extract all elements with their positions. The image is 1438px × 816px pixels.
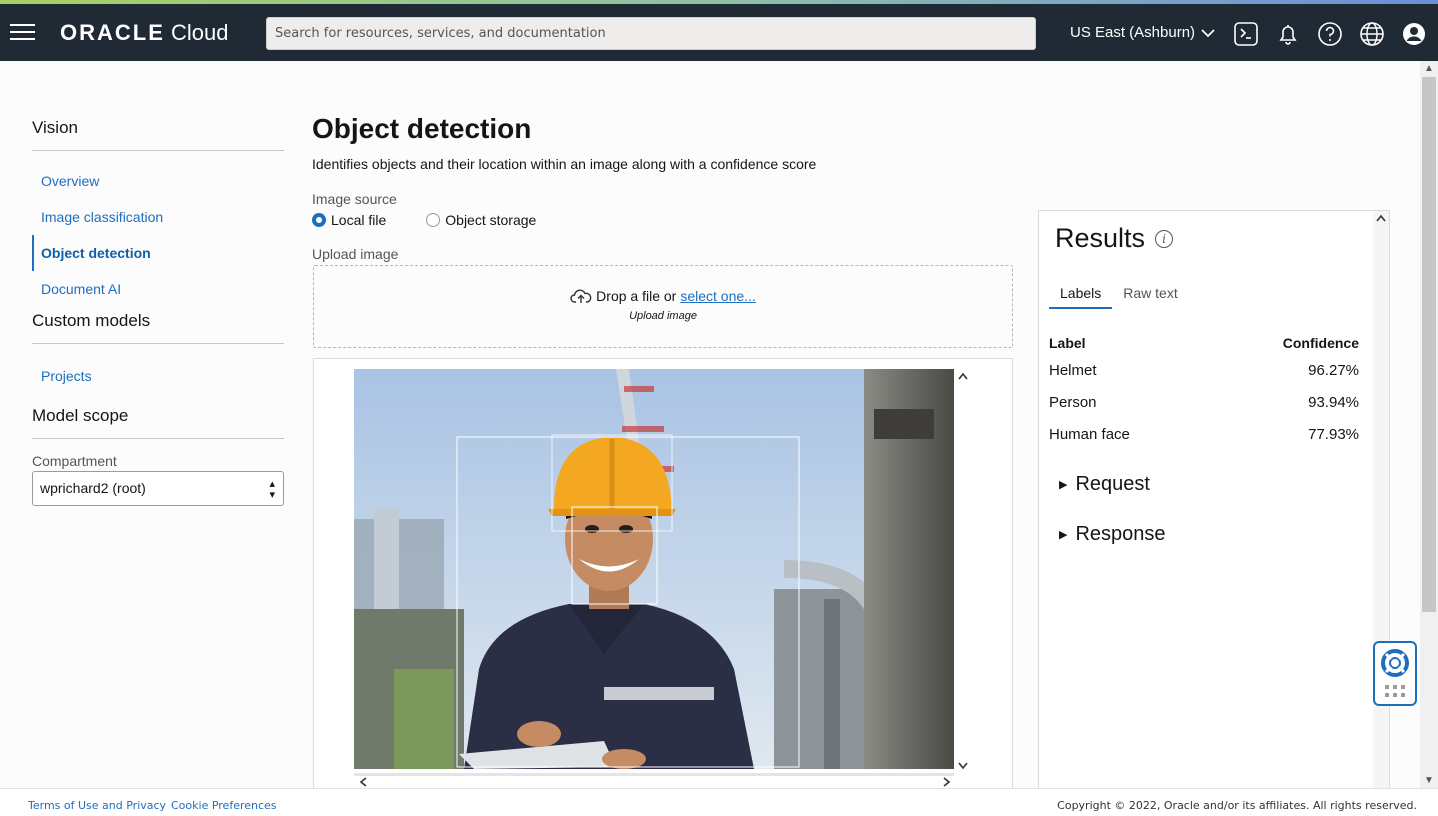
- column-label: Label: [1049, 335, 1086, 351]
- worker-photo: [354, 369, 954, 769]
- cookie-preferences-link[interactable]: Cookie Preferences: [171, 799, 277, 812]
- page-footer: Terms of Use and Privacy Cookie Preferen…: [0, 788, 1438, 816]
- compartment-select[interactable]: wprichard2 (root) ▴ ▾: [32, 471, 284, 506]
- sidebar-item-object-detection[interactable]: Object detection: [32, 235, 284, 271]
- radio-storage-label: Object storage: [445, 212, 537, 228]
- results-scrollbar[interactable]: [1373, 211, 1389, 799]
- chevron-down-icon: [1201, 28, 1215, 37]
- row-label: Helmet: [1049, 362, 1097, 379]
- results-title: Results i: [1055, 223, 1174, 254]
- upload-image-label: Upload image: [312, 246, 399, 262]
- sidebar-item-document-ai[interactable]: Document AI: [32, 271, 284, 307]
- row-label: Person: [1049, 394, 1097, 411]
- results-panel: Results i Labels Raw text Label Confiden…: [1038, 210, 1390, 800]
- chevron-right-icon[interactable]: [943, 777, 951, 787]
- region-selector[interactable]: US East (Ashburn): [1070, 24, 1215, 41]
- radio-unselected-icon: [426, 213, 441, 227]
- response-label: Response: [1075, 523, 1166, 545]
- cloud-upload-icon: [570, 289, 592, 303]
- oracle-cloud-logo[interactable]: ORACLE Cloud: [60, 20, 228, 46]
- chevron-left-icon[interactable]: [359, 777, 367, 787]
- results-tabs: Labels Raw text: [1049, 285, 1189, 309]
- row-confidence: 93.94%: [1308, 394, 1359, 411]
- scroll-down-icon[interactable]: ▼: [1424, 775, 1434, 786]
- caret-right-icon: ▶: [1059, 529, 1068, 541]
- region-label: US East (Ashburn): [1070, 24, 1196, 41]
- radio-local-label: Local file: [331, 212, 387, 228]
- scrollbar-track: [354, 773, 954, 776]
- bell-icon[interactable]: [1275, 21, 1301, 47]
- page-description: Identifies objects and their location wi…: [312, 156, 817, 172]
- menu-icon[interactable]: [10, 24, 35, 41]
- radio-object-storage[interactable]: Object storage: [426, 212, 536, 228]
- sidebar-item-projects[interactable]: Projects: [32, 358, 284, 394]
- page-title: Object detection: [312, 113, 532, 144]
- uploaded-image-preview: [354, 369, 954, 769]
- help-icon[interactable]: [1317, 21, 1343, 47]
- results-table: Label Confidence Helmet 96.27% Person 93…: [1049, 335, 1359, 451]
- response-expander[interactable]: ▶ Response: [1059, 523, 1166, 546]
- image-horizontal-scrollbar[interactable]: [354, 773, 954, 789]
- caret-right-icon: ▶: [1059, 479, 1068, 491]
- drop-subtext: Upload image: [629, 310, 697, 322]
- scroll-up-icon[interactable]: ▲: [1424, 63, 1434, 74]
- row-label: Human face: [1049, 426, 1130, 443]
- sidebar: Vision Overview Image classification Obj…: [32, 118, 284, 506]
- chevron-up-icon[interactable]: [1376, 214, 1386, 222]
- compartment-value: wprichard2 (root): [40, 480, 146, 496]
- top-navigation-bar: ORACLE Cloud US East (Ashburn): [0, 4, 1438, 61]
- chevron-up-icon[interactable]: [958, 372, 968, 380]
- compartment-label: Compartment: [32, 453, 117, 469]
- request-expander[interactable]: ▶ Request: [1059, 473, 1150, 496]
- radio-local-file[interactable]: Local file: [312, 212, 386, 228]
- sidebar-title-custom-models: Custom models: [32, 311, 284, 344]
- copyright-text: Copyright © 2022, Oracle and/or its affi…: [1057, 799, 1417, 812]
- main-content: Object detection Identifies objects and …: [312, 113, 816, 262]
- image-source-radio-group: Local file Object storage: [312, 212, 816, 228]
- sidebar-item-image-classification[interactable]: Image classification: [32, 199, 284, 235]
- drag-handle-icon[interactable]: [1384, 684, 1406, 698]
- chevron-up-down-icon: ▴ ▾: [269, 478, 275, 501]
- radio-selected-icon: [312, 213, 326, 227]
- column-confidence: Confidence: [1282, 335, 1359, 351]
- table-row: Human face 77.93%: [1049, 419, 1359, 451]
- cloud-shell-icon[interactable]: [1233, 21, 1259, 47]
- sidebar-title-vision: Vision: [32, 118, 284, 151]
- select-file-link[interactable]: select one...: [680, 288, 756, 304]
- row-confidence: 77.93%: [1308, 426, 1359, 443]
- table-header: Label Confidence: [1049, 335, 1359, 355]
- tab-labels[interactable]: Labels: [1049, 285, 1113, 309]
- scrollbar-thumb[interactable]: [1422, 77, 1436, 612]
- sidebar-item-overview[interactable]: Overview: [32, 163, 284, 199]
- table-row: Helmet 96.27%: [1049, 355, 1359, 387]
- globe-icon[interactable]: [1359, 21, 1385, 47]
- help-support-widget[interactable]: [1373, 641, 1417, 706]
- request-label: Request: [1075, 473, 1150, 495]
- page-scrollbar[interactable]: ▲ ▼: [1420, 61, 1438, 788]
- user-icon[interactable]: [1401, 21, 1427, 47]
- chevron-down-icon[interactable]: [958, 762, 968, 770]
- terms-link[interactable]: Terms of Use and Privacy: [28, 799, 166, 812]
- lifebuoy-icon: [1381, 649, 1409, 677]
- tab-raw-text[interactable]: Raw text: [1112, 285, 1188, 309]
- upload-dropzone[interactable]: Drop a file or select one... Upload imag…: [313, 265, 1013, 348]
- drop-text: Drop a file or: [596, 288, 677, 304]
- row-confidence: 96.27%: [1308, 362, 1359, 379]
- info-icon[interactable]: i: [1155, 229, 1174, 248]
- results-heading: Results: [1055, 223, 1146, 253]
- sidebar-title-model-scope: Model scope: [32, 406, 284, 439]
- image-vertical-scrollbar[interactable]: [955, 369, 971, 773]
- table-row: Person 93.94%: [1049, 387, 1359, 419]
- search-input[interactable]: [266, 17, 1036, 50]
- image-source-label: Image source: [312, 191, 397, 207]
